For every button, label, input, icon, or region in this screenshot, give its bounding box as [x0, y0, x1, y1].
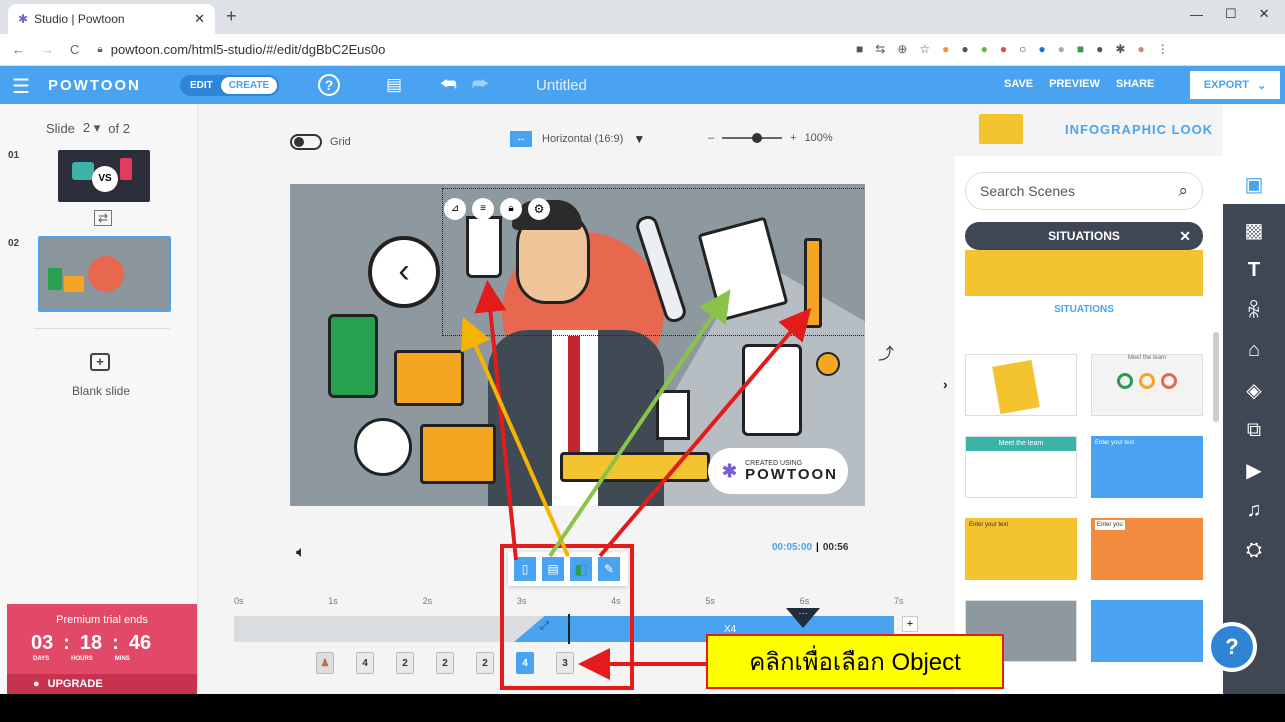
arrow-card — [461, 316, 570, 557]
screen: { "browser":{"tab_title":"Studio | Powto… — [0, 0, 1285, 722]
annotation-box — [500, 544, 634, 690]
annotation-overlay — [461, 280, 812, 690]
annotation-callout: คลิกเพื่อเลือก Object — [706, 634, 1004, 689]
arrow-document — [548, 289, 731, 558]
callout-text: คลิกเพื่อเลือก Object — [749, 649, 961, 676]
